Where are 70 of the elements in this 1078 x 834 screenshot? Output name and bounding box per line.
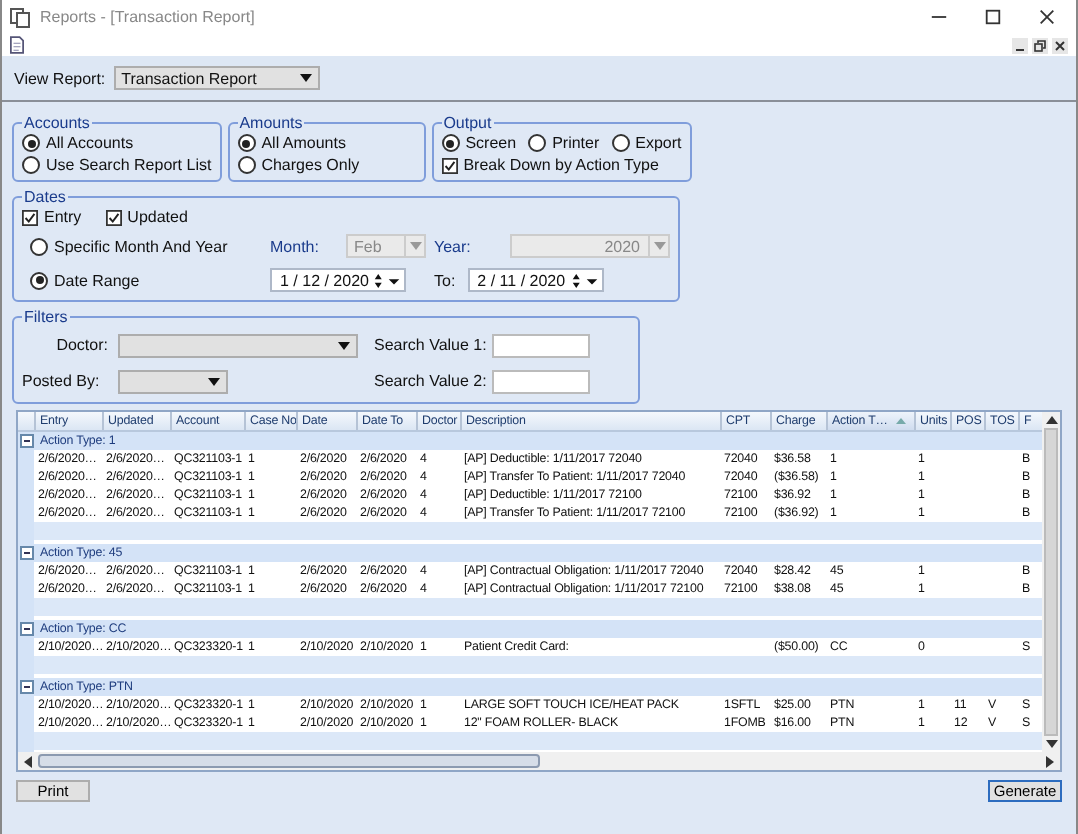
pages-icon	[10, 7, 30, 27]
collapse-icon[interactable]	[20, 680, 34, 694]
doctor-label: Doctor:	[54, 336, 108, 354]
radio-button[interactable]	[22, 156, 40, 174]
horizontal-scrollbar[interactable]	[18, 752, 1060, 770]
group-title: Amounts	[237, 114, 305, 132]
checkbox[interactable]	[22, 209, 38, 225]
spinner-icon	[374, 273, 400, 287]
collapse-icon[interactable]	[20, 622, 34, 636]
option-label: Break Down by Action Type	[463, 156, 659, 174]
option-label: Use Search Report List	[46, 156, 212, 174]
search-value-field[interactable]	[492, 333, 590, 357]
group-title: Filters	[22, 308, 70, 326]
group-title: Output	[441, 114, 494, 132]
option-label: Export	[635, 134, 682, 152]
minimize-icon[interactable]	[1012, 37, 1028, 53]
option-label: Date Range	[54, 271, 140, 289]
radio-button[interactable]	[441, 134, 460, 152]
view-report-label: View Report:	[14, 69, 106, 87]
option-label: Specific Month And Year	[54, 237, 228, 255]
checkbox[interactable]	[105, 209, 122, 225]
spinner-icon	[571, 273, 598, 287]
option-label: Updated	[127, 208, 188, 226]
search-value-label: Search Value 2:	[374, 372, 486, 390]
radio-button[interactable]	[30, 271, 48, 289]
radio-button[interactable]	[30, 237, 48, 255]
collapse-icon[interactable]	[20, 434, 34, 448]
caret-icon	[653, 242, 665, 250]
scroll-thumb[interactable]	[38, 754, 539, 768]
checkbox[interactable]	[441, 157, 458, 173]
option-label: All Amounts	[261, 134, 346, 152]
caret-icon	[208, 377, 220, 385]
report-dropdown[interactable]: Transaction Report	[113, 66, 320, 90]
maximize-icon[interactable]	[984, 8, 1002, 26]
radio-button[interactable]	[22, 134, 40, 152]
close-icon[interactable]	[1038, 8, 1056, 26]
option-label: All Accounts	[46, 134, 134, 152]
search-value-label: Search Value 1:	[374, 336, 486, 354]
month-label: Month:	[270, 237, 321, 255]
date-picker[interactable]: 1 / 12 / 2020	[270, 268, 406, 292]
radio-button[interactable]	[611, 134, 630, 152]
search-value-field[interactable]	[492, 369, 590, 393]
sort-icon	[895, 418, 906, 424]
group-title: Accounts	[22, 114, 92, 132]
vertical-scrollbar[interactable]	[1042, 412, 1060, 752]
date-picker[interactable]: 2 / 11 / 2020	[467, 268, 604, 292]
radio-button[interactable]	[237, 156, 256, 174]
scroll-thumb[interactable]	[1044, 428, 1058, 736]
scroll-down-icon[interactable]	[1045, 740, 1057, 748]
year-label: Year:	[434, 237, 473, 255]
option-label: Charges Only	[261, 156, 360, 174]
document-icon[interactable]	[10, 36, 24, 54]
caret-icon	[409, 242, 421, 250]
restore-icon[interactable]	[1032, 37, 1048, 53]
caret-icon	[338, 341, 350, 349]
scroll-up-icon[interactable]	[1045, 416, 1057, 424]
to-label: To:	[434, 271, 456, 289]
posted-by-label: Posted By:	[22, 372, 102, 390]
option-label: Screen	[465, 134, 517, 152]
option-label: Entry	[44, 208, 82, 226]
scroll-left-icon[interactable]	[24, 755, 32, 767]
close-icon[interactable]	[1052, 37, 1068, 53]
window-title: Reports - [Transaction Report]	[40, 8, 255, 26]
scroll-right-icon[interactable]	[1046, 755, 1054, 767]
option-label: Printer	[552, 134, 600, 152]
caret-icon	[299, 74, 312, 82]
collapse-icon[interactable]	[20, 546, 34, 560]
group-title: Dates	[22, 188, 68, 206]
radio-button[interactable]	[237, 134, 256, 152]
radio-button[interactable]	[528, 134, 547, 152]
